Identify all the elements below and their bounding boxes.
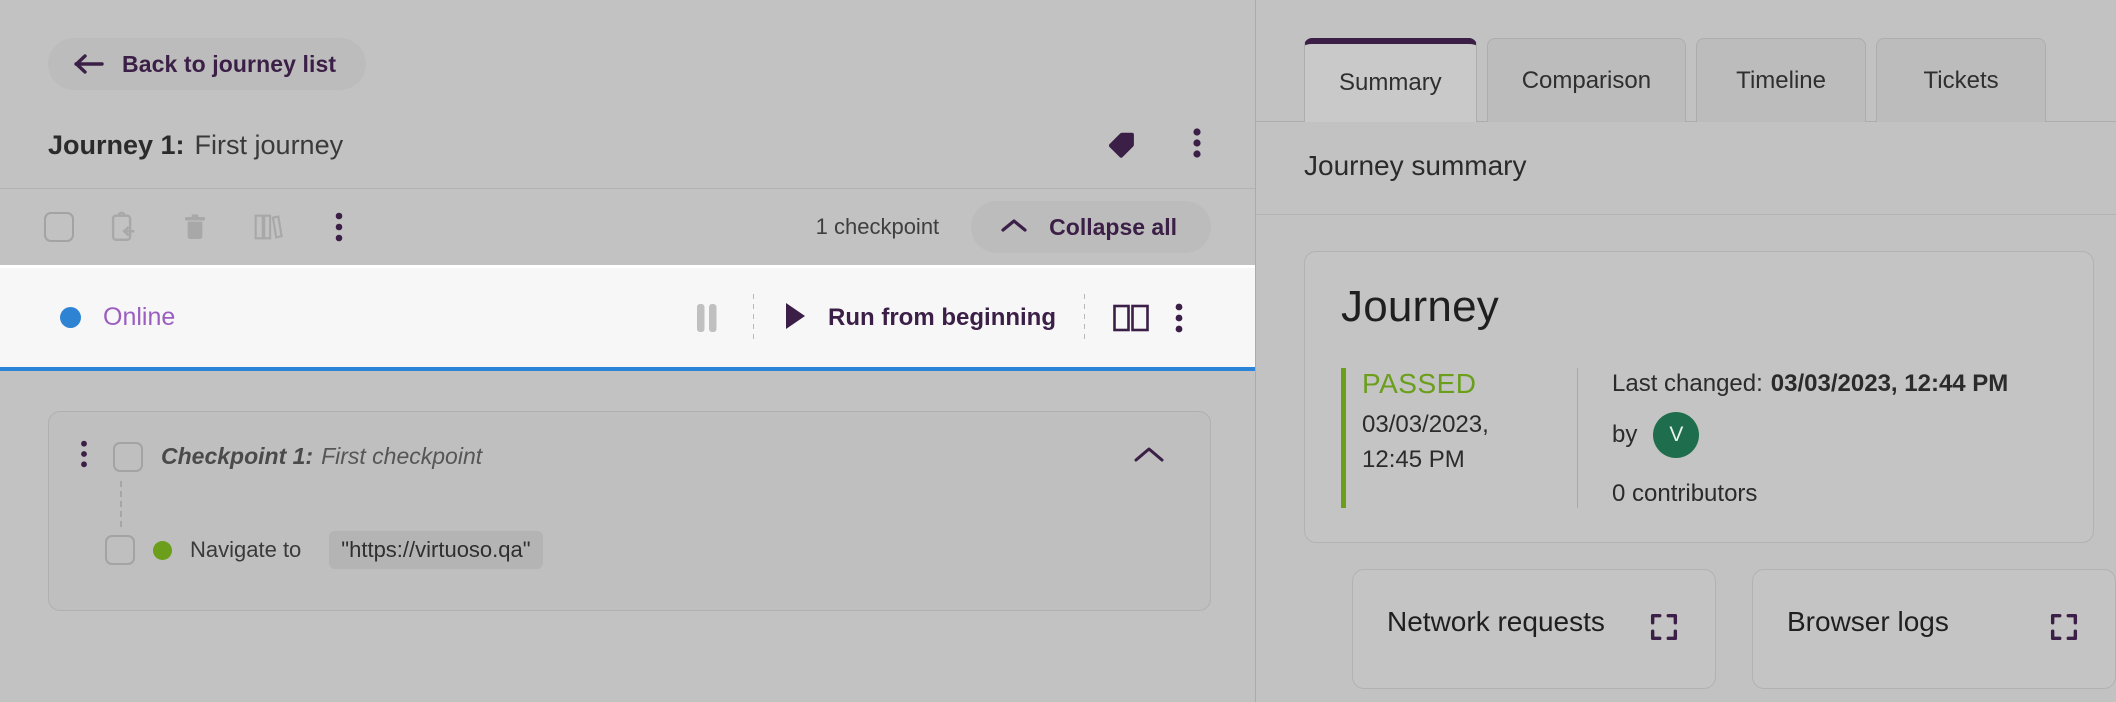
paste-icon[interactable]: [100, 204, 146, 250]
avatar[interactable]: V: [1653, 412, 1699, 458]
library-icon[interactable]: [244, 204, 290, 250]
online-status-dot: [60, 307, 81, 328]
execution-controls: Run from beginning: [683, 294, 1203, 342]
journey-more-menu-icon[interactable]: [1183, 126, 1211, 165]
status-date: 03/03/2023,: [1362, 408, 1571, 443]
checkpoint-card: Checkpoint 1: First checkpoint: [48, 411, 1211, 611]
checkpoint-title-name: First checkpoint: [321, 443, 482, 469]
checkpoint-count: 1 checkpoint: [816, 214, 940, 240]
expand-icon[interactable]: [2043, 606, 2085, 651]
journey-title-actions: [1105, 126, 1211, 165]
collapse-all-button[interactable]: Collapse all: [971, 201, 1211, 253]
back-row: Back to journey list: [0, 0, 1255, 90]
journey-summary-heading: Journey summary: [1256, 122, 2116, 182]
checkpoint-steps: Navigate to "https://virtuoso.qa": [73, 475, 1180, 569]
checkpoint-more-menu-icon[interactable]: [73, 439, 95, 474]
execution-status-bar: Online Run from beginning: [0, 265, 1255, 371]
step-status-dot: [153, 541, 172, 560]
online-status-label: Online: [103, 303, 175, 332]
step-action-label: Navigate to: [190, 537, 301, 563]
author-row: by V: [1612, 412, 2008, 458]
journey-editor-panel: Back to journey list Journey 1: First jou…: [0, 0, 1255, 702]
online-status-group: Online: [60, 303, 175, 332]
chevron-up-icon: [999, 216, 1029, 239]
step-tree-connector: [120, 481, 122, 527]
execution-more-menu-icon[interactable]: [1155, 294, 1203, 342]
toolbar-more-menu-icon[interactable]: [316, 204, 362, 250]
tab-comparison[interactable]: Comparison: [1487, 38, 1686, 122]
page-title: Journey 1: First journey: [48, 130, 343, 161]
checkpoint-checkbox[interactable]: [113, 442, 143, 472]
control-separator: [753, 294, 754, 342]
checkpoint-title-prefix: Checkpoint 1:: [161, 443, 313, 469]
last-changed-value: 03/03/2023, 12:44 PM: [1771, 370, 2009, 397]
status-label: PASSED: [1362, 368, 1571, 400]
status-timestamp: 03/03/2023, 12:45 PM: [1362, 408, 1571, 478]
last-changed-row: Last changed: 03/03/2023, 12:44 PM: [1612, 370, 2008, 398]
card-vertical-divider: [1577, 368, 1578, 508]
browser-logs-title: Browser logs: [1787, 606, 1949, 638]
tab-summary[interactable]: Summary: [1304, 38, 1477, 122]
journey-title-prefix: Journey 1:: [48, 130, 185, 160]
select-all-checkbox[interactable]: [44, 212, 74, 242]
tag-icon[interactable]: [1105, 126, 1139, 165]
last-changed-label: Last changed:: [1612, 370, 1763, 397]
journey-meta: Last changed: 03/03/2023, 12:44 PM by V 0…: [1612, 368, 2008, 508]
pause-icon[interactable]: [683, 294, 731, 342]
run-from-beginning-label: Run from beginning: [828, 304, 1056, 332]
arrow-left-icon: [74, 53, 104, 75]
app-root: Back to journey list Journey 1: First jou…: [0, 0, 2116, 702]
status-badge: PASSED 03/03/2023, 12:45 PM: [1341, 368, 1571, 508]
play-icon: [782, 301, 808, 334]
status-time: 12:45 PM: [1362, 443, 1571, 478]
toolbar-right-group: 1 checkpoint Collapse all: [816, 201, 1211, 253]
journey-title-name: First journey: [195, 130, 344, 160]
run-from-beginning-button[interactable]: Run from beginning: [776, 301, 1062, 334]
browser-logs-card[interactable]: Browser logs: [1752, 569, 2116, 689]
collapse-all-label: Collapse all: [1049, 214, 1177, 241]
journey-card-body: PASSED 03/03/2023, 12:45 PM Last changed…: [1341, 368, 2057, 508]
list-item[interactable]: Navigate to "https://virtuoso.qa": [73, 531, 1180, 569]
split-view-icon[interactable]: [1107, 294, 1155, 342]
detail-cards-row: Network requests Browser logs: [1304, 543, 2116, 689]
checkpoint-header: Checkpoint 1: First checkpoint: [73, 438, 1180, 475]
summary-cards: Journey PASSED 03/03/2023, 12:45 PM Last…: [1256, 215, 2116, 689]
tab-timeline[interactable]: Timeline: [1696, 38, 1866, 122]
journey-card-title: Journey: [1341, 282, 2057, 332]
trash-icon[interactable]: [172, 204, 218, 250]
checkpoint-title: Checkpoint 1: First checkpoint: [161, 443, 482, 470]
tab-comparison-label: Comparison: [1522, 67, 1651, 95]
tab-timeline-label: Timeline: [1736, 67, 1826, 95]
summary-tabs: Summary Comparison Timeline Tickets: [1256, 0, 2116, 122]
tab-tickets-label: Tickets: [1924, 67, 1999, 95]
journey-summary-panel: Summary Comparison Timeline Tickets Jour…: [1255, 0, 2116, 702]
back-to-journey-list-button[interactable]: Back to journey list: [48, 38, 366, 90]
network-requests-title: Network requests: [1387, 606, 1605, 638]
journey-overview-card: Journey PASSED 03/03/2023, 12:45 PM Last…: [1304, 251, 2094, 543]
chevron-up-icon: [1132, 454, 1166, 469]
expand-icon[interactable]: [1643, 606, 1685, 651]
checkpoint-toolbar: 1 checkpoint Collapse all: [0, 189, 1255, 265]
tab-tickets[interactable]: Tickets: [1876, 38, 2046, 122]
toolbar-icon-group: [44, 204, 362, 250]
network-requests-card[interactable]: Network requests: [1352, 569, 1716, 689]
checkpoint-list: Checkpoint 1: First checkpoint: [0, 371, 1255, 611]
journey-title-row: Journey 1: First journey: [0, 90, 1255, 166]
step-value-chip[interactable]: "https://virtuoso.qa": [329, 531, 542, 569]
checkpoint-collapse-button[interactable]: [1118, 438, 1180, 475]
control-separator: [1084, 294, 1085, 342]
contributors-count: 0 contributors: [1612, 480, 2008, 508]
step-checkbox[interactable]: [105, 535, 135, 565]
by-label: by: [1612, 421, 1637, 449]
back-button-label: Back to journey list: [122, 51, 336, 78]
tab-summary-label: Summary: [1339, 69, 1442, 97]
